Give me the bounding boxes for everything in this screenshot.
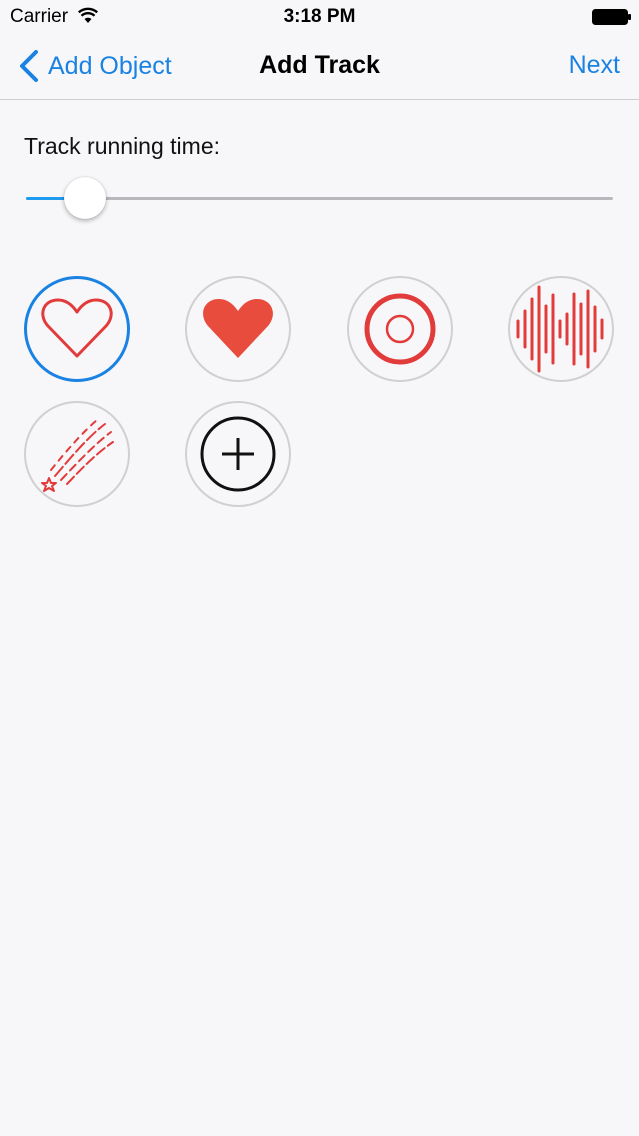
running-time-label: Track running time:	[24, 133, 220, 159]
add-track-option[interactable]	[185, 401, 291, 507]
slider-track	[26, 197, 613, 200]
heart-outline-option[interactable]	[24, 276, 130, 382]
add-icon	[200, 416, 276, 492]
app-screen: Carrier 3:18 PM Add Object Add Track Nex…	[0, 0, 639, 1136]
shooting-star-icon	[41, 419, 114, 492]
navigation-bar: Add Object Add Track Next	[0, 34, 639, 100]
page-title: Add Track	[259, 51, 380, 79]
status-time: 3:18 PM	[283, 6, 356, 27]
target-circle-option[interactable]	[347, 276, 453, 382]
sound-wave-option[interactable]	[508, 276, 614, 382]
shooting-star-option[interactable]	[24, 401, 130, 507]
sound-wave-icon	[516, 285, 604, 373]
running-time-slider[interactable]	[26, 176, 613, 220]
slider-thumb[interactable]	[63, 177, 106, 219]
target-circle-icon	[364, 293, 436, 365]
next-button[interactable]: Next	[569, 51, 620, 80]
heart-filled-option[interactable]	[185, 276, 291, 382]
heart-outline-icon	[41, 298, 113, 358]
heart-filled-icon	[203, 299, 273, 358]
status-bar: Carrier 3:18 PM	[0, 0, 639, 34]
battery-icon	[592, 9, 631, 25]
